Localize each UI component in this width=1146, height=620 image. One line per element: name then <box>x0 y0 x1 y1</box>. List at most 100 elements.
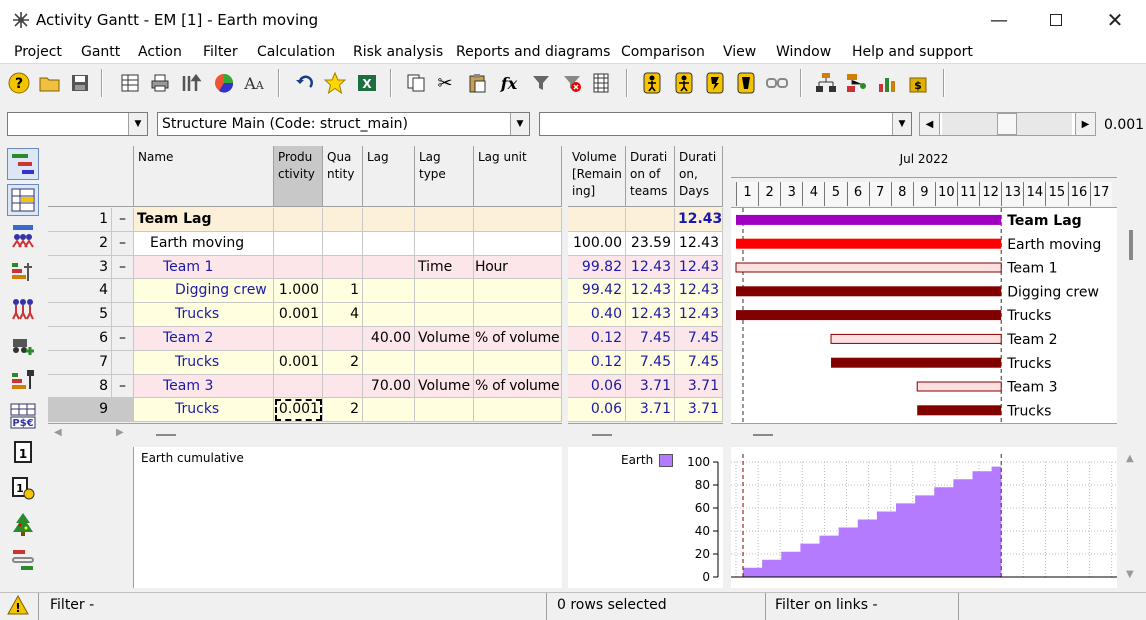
gantt-bar[interactable] <box>830 333 1002 344</box>
gantt-bar[interactable] <box>831 357 1002 368</box>
quantity-cell[interactable]: 2 <box>323 398 363 423</box>
productivity-cell[interactable] <box>274 327 323 351</box>
volume-cell[interactable]: 0.12 <box>568 327 626 351</box>
save-icon[interactable] <box>68 71 92 95</box>
duration-teams-cell[interactable]: 23.59 <box>626 231 675 256</box>
lag-unit-cell[interactable] <box>474 231 562 256</box>
menu-comparison[interactable]: Comparison <box>621 43 705 61</box>
resource-walk-icon[interactable] <box>640 71 664 95</box>
duration-teams-cell[interactable] <box>626 208 675 232</box>
volume-cell[interactable]: 99.82 <box>568 255 626 280</box>
row-number[interactable]: 4 <box>48 279 112 304</box>
productivity-cell[interactable]: 0.001 <box>274 303 323 327</box>
volume-cell[interactable]: 100.00 <box>568 231 626 256</box>
film-icon[interactable] <box>589 71 613 95</box>
task-name[interactable]: Earth moving <box>134 231 274 256</box>
money-icon[interactable]: $ <box>907 71 931 95</box>
volume-cell[interactable]: 0.40 <box>568 303 626 327</box>
duration-teams-cell[interactable]: 7.45 <box>626 327 675 351</box>
menu-action[interactable]: Action <box>138 43 182 61</box>
row-number[interactable]: 3 <box>48 255 112 280</box>
lag-unit-cell[interactable]: Hour <box>474 255 562 280</box>
quantity-cell[interactable]: 1 <box>323 279 363 304</box>
menu-help[interactable]: Help and support <box>852 43 973 61</box>
task-name[interactable]: Trucks <box>134 350 274 375</box>
task-name[interactable]: Trucks <box>134 303 274 327</box>
productivity-cell[interactable]: 0.001 <box>274 398 323 423</box>
lag-cell[interactable] <box>363 303 415 327</box>
copy-icon[interactable] <box>404 71 428 95</box>
volume-cell[interactable]: 99.42 <box>568 279 626 304</box>
print-icon[interactable] <box>148 71 172 95</box>
volume-cell[interactable]: 0.06 <box>568 374 626 399</box>
col-header-duration-teams[interactable]: Durati on of teams <box>626 146 675 207</box>
gantt-bar[interactable] <box>917 405 1002 416</box>
lag-cell[interactable]: 70.00 <box>363 374 415 399</box>
productivity-cell[interactable]: 0.001 <box>274 350 323 375</box>
font-icon[interactable]: AA <box>242 71 266 95</box>
lag-type-cell[interactable] <box>415 350 474 375</box>
lag-cell[interactable]: 40.00 <box>363 327 415 351</box>
duration-days-cell[interactable]: 12.43 <box>675 303 723 327</box>
row-collapse-toggle[interactable] <box>112 279 134 304</box>
values-horizontal-scrollbar[interactable] <box>568 423 723 445</box>
task-name[interactable]: Digging crew <box>134 279 274 304</box>
volume-cell[interactable]: 0.06 <box>568 398 626 423</box>
gantt-bar[interactable] <box>736 238 1002 249</box>
lag-unit-cell[interactable] <box>474 303 562 327</box>
duration-days-cell[interactable]: 12.43 <box>675 231 723 256</box>
scroll-up-icon[interactable]: ▲ <box>1126 453 1134 464</box>
row-collapse-toggle[interactable]: – <box>112 208 134 232</box>
gantt-view-icon[interactable] <box>7 148 39 180</box>
lag-unit-cell[interactable] <box>474 398 562 423</box>
lag-type-cell[interactable] <box>415 279 474 304</box>
link-icon[interactable] <box>765 71 789 95</box>
volume-cell[interactable]: 0.12 <box>568 350 626 375</box>
team-tree-icon[interactable] <box>845 71 869 95</box>
quantity-cell[interactable] <box>323 208 363 232</box>
lag-type-cell[interactable] <box>415 398 474 423</box>
lag-type-cell[interactable]: Time <box>415 255 474 280</box>
slider-right-icon[interactable]: ▶ <box>1075 113 1095 135</box>
gantt-horizontal-scrollbar[interactable] <box>731 423 1117 445</box>
scroll-right-icon[interactable]: ▶ <box>116 427 124 438</box>
tree-icon[interactable] <box>7 508 39 540</box>
menu-filter[interactable]: Filter <box>203 43 238 61</box>
maximize-button[interactable] <box>1027 0 1085 40</box>
lag-type-cell[interactable] <box>415 208 474 232</box>
clear-filter-icon[interactable] <box>560 71 584 95</box>
resource-person-icon[interactable] <box>672 71 696 95</box>
help-icon[interactable]: ? <box>7 71 31 95</box>
duration-days-cell[interactable]: 12.43 <box>675 255 723 280</box>
lag-unit-cell[interactable]: % of volume <box>474 327 562 351</box>
lag-cell[interactable] <box>363 255 415 280</box>
undo-icon[interactable] <box>293 71 317 95</box>
gantt-bar[interactable] <box>735 262 1002 273</box>
col-header-quantity[interactable]: Qua ntity <box>323 146 363 207</box>
duration-teams-cell[interactable]: 12.43 <box>626 303 675 327</box>
close-button[interactable]: ✕ <box>1086 0 1144 40</box>
third-selector[interactable]: ▼ <box>539 112 912 136</box>
row-collapse-toggle[interactable]: – <box>112 327 134 351</box>
lag-type-cell[interactable] <box>415 303 474 327</box>
table-grid-icon[interactable] <box>7 184 39 216</box>
task-name[interactable]: Trucks <box>134 398 274 423</box>
quantity-cell[interactable] <box>323 327 363 351</box>
resource-tool-icon[interactable] <box>703 71 727 95</box>
lag-cell[interactable] <box>363 398 415 423</box>
row-number[interactable]: 5 <box>48 303 112 327</box>
star-icon[interactable] <box>323 71 347 95</box>
productivity-cell[interactable] <box>274 208 323 232</box>
row-collapse-toggle[interactable] <box>112 350 134 375</box>
lag-cell[interactable] <box>363 208 415 232</box>
duration-days-cell[interactable]: 3.71 <box>675 374 723 399</box>
quantity-cell[interactable] <box>323 255 363 280</box>
duration-teams-cell[interactable]: 3.71 <box>626 374 675 399</box>
grid-horizontal-scrollbar[interactable]: ◀ ▶ <box>48 423 562 445</box>
filter-icon[interactable] <box>529 71 553 95</box>
duration-teams-cell[interactable]: 7.45 <box>626 350 675 375</box>
paste-icon[interactable] <box>465 71 489 95</box>
row-number[interactable]: 7 <box>48 350 112 375</box>
resource-stack-icon[interactable] <box>7 256 39 288</box>
table-view-icon[interactable] <box>118 71 142 95</box>
